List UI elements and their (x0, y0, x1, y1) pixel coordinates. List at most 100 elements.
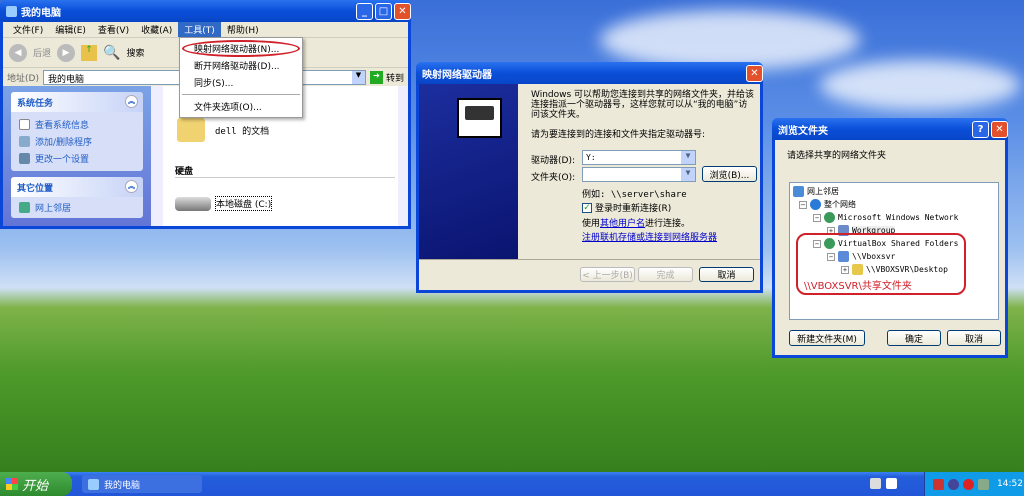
collapse-icon[interactable]: − (799, 200, 807, 209)
tray-icon[interactable] (933, 478, 944, 490)
folder-input[interactable]: ▼ (582, 167, 696, 182)
collapse-icon[interactable]: ︽ (125, 95, 138, 108)
menu-help[interactable]: 帮助(H) (221, 22, 265, 37)
security-icon[interactable] (963, 478, 974, 490)
system-tasks-panel: 系统任务 ︽ 查看系统信息 添加/删除程序 更改一个设置 (11, 92, 143, 171)
computer-icon (6, 5, 17, 17)
task-pane: 系统任务 ︽ 查看系统信息 添加/删除程序 更改一个设置 其它位置 ︽ 网上邻居 (3, 86, 151, 226)
tools-dropdown-menu: 映射网络驱动器(N)... 断开网络驱动器(D)... 同步(S)... 文件夹… (179, 37, 303, 118)
tray-icon[interactable] (948, 478, 959, 490)
chevron-down-icon: ▼ (681, 151, 695, 164)
divider (419, 259, 760, 260)
quick-tray-icons[interactable] (870, 478, 897, 489)
other-user-text: 使用其他用户名进行连接。 (582, 219, 691, 229)
title-bar[interactable]: 映射网络驱动器 ✕ (416, 62, 763, 84)
drive-label: 驱动器(D): (531, 156, 575, 166)
place-link[interactable]: 网上邻居 (11, 197, 143, 218)
annotation-text: \\VBOXSVR\共享文件夹 (804, 281, 912, 292)
go-arrow-icon: ➜ (369, 70, 383, 84)
chevron-down-icon[interactable]: ▼ (351, 70, 365, 84)
computer-icon (88, 478, 99, 490)
up-folder-icon[interactable]: ↑ (81, 44, 98, 61)
drive-item[interactable]: 本地磁盘 (C:) (175, 196, 273, 211)
help-button[interactable]: ? (972, 120, 989, 138)
tree-item[interactable]: 网上邻居 (793, 185, 995, 198)
globe-icon (810, 199, 821, 210)
cancel-button[interactable]: 取消 (947, 330, 1001, 346)
close-button[interactable]: ✕ (394, 2, 411, 20)
menu-separator (182, 94, 300, 95)
tree-item[interactable]: − Microsoft Windows Network (793, 211, 995, 224)
back-icon[interactable]: ◀ (9, 43, 27, 62)
network-tray-icon[interactable] (978, 478, 989, 490)
menu-file[interactable]: 文件(F) (7, 22, 49, 37)
forward-icon[interactable]: ▶ (57, 43, 76, 62)
dialog-title: 映射网络驱动器 (422, 69, 492, 81)
browse-folder-dialog: 浏览文件夹? ✕ 请选择共享的网络文件夹 网上邻居 − 整个网络 − Microsof… (772, 118, 1008, 358)
menu-view[interactable]: 查看(V) (92, 22, 135, 37)
finish-button[interactable]: 完成 (638, 267, 693, 282)
go-button[interactable]: ➜ 转到 (369, 70, 404, 84)
task-pane-scrollbar[interactable] (151, 86, 163, 226)
collapse-icon[interactable]: ︽ (125, 180, 138, 193)
search-icon[interactable]: 🔍 (103, 45, 120, 61)
clock[interactable]: 14:52 (997, 479, 1023, 489)
taskbar-item-my-computer[interactable]: 我的电脑 (82, 475, 202, 493)
map-drive-dialog: 映射网络驱动器 ✕ Windows 可以帮助您连接到共享的网络文件夹，并给该连接指… (416, 62, 763, 293)
network-places-icon (793, 186, 804, 197)
task-link[interactable]: 添加/删除程序 (11, 133, 143, 150)
task-link[interactable]: 查看系统信息 (11, 116, 143, 133)
folder-label: 文件夹(O): (531, 173, 576, 183)
checkbox-checked-icon: ✓ (582, 202, 592, 213)
maximize-button[interactable]: □ (375, 2, 392, 20)
other-user-link[interactable]: 其他用户名 (600, 219, 645, 229)
task-link[interactable]: 更改一个设置 (11, 150, 143, 167)
prompt-text: 请为要连接到的连接和文件夹指定驱动器号: (531, 130, 706, 140)
close-button[interactable]: ✕ (991, 120, 1008, 138)
register-link[interactable]: 注册联机存储或连接到网络服务器 (582, 230, 717, 243)
search-button[interactable]: 搜索 (126, 46, 144, 59)
title-bar[interactable]: 浏览文件夹? ✕ (772, 118, 1008, 140)
tree-item[interactable]: − 整个网络 (793, 198, 995, 211)
file-area-scrollbar[interactable] (398, 86, 408, 226)
chevron-down-icon: ▼ (681, 168, 695, 181)
dialog-title: 浏览文件夹 (778, 125, 828, 137)
browse-button[interactable]: 浏览(B)... (702, 166, 757, 182)
drive-select[interactable]: Y: ▼ (582, 150, 696, 165)
cancel-button[interactable]: 取消 (699, 267, 754, 282)
back-button[interactable]: 后退 (33, 46, 51, 59)
hard-drive-icon (175, 196, 211, 211)
reconnect-checkbox[interactable]: ✓ 登录时重新连接(R) (582, 201, 671, 214)
prompt-text: 请选择共享的网络文件夹 (787, 151, 887, 161)
intro-text: Windows 可以帮助您连接到共享的网络文件夹，并给该连接指派一个驱动器号，这… (531, 90, 755, 120)
title-bar[interactable]: 我的电脑 _ □ ✕ (0, 0, 411, 22)
window-title: 我的电脑 (21, 7, 61, 19)
folder-item[interactable]: dell 的文档 (177, 118, 269, 142)
menu-item-sync[interactable]: 同步(S)... (180, 74, 302, 91)
wizard-banner (419, 84, 518, 259)
close-button[interactable]: ✕ (746, 64, 763, 82)
other-places-panel: 其它位置 ︽ 网上邻居 (11, 177, 143, 218)
system-tray: 14:52 (924, 472, 1024, 496)
menu-item-disconnect-drive[interactable]: 断开网络驱动器(D)... (180, 57, 302, 74)
ok-button[interactable]: 确定 (887, 330, 941, 346)
example-text: 例如: \\server\share (582, 190, 687, 200)
folder-tree[interactable]: 网上邻居 − 整个网络 − Microsoft Windows Network + W… (789, 182, 999, 320)
network-icon (824, 212, 835, 223)
network-drive-icon (457, 98, 502, 138)
menu-edit[interactable]: 编辑(E) (49, 22, 92, 37)
minimize-button[interactable]: _ (356, 2, 373, 20)
back-button[interactable]: < 上一步(B) (580, 267, 635, 282)
collapse-icon[interactable]: − (813, 213, 821, 222)
taskbar: 开始 我的电脑 14:52 (0, 472, 1024, 496)
section-header: 硬盘 (175, 164, 395, 178)
start-button[interactable]: 开始 (0, 472, 72, 496)
windows-logo-icon (6, 478, 18, 490)
menu-bar: 文件(F) 编辑(E) 查看(V) 收藏(A) 工具(T) 帮助(H) (3, 22, 408, 38)
menu-tools[interactable]: 工具(T) (178, 22, 221, 37)
menu-item-folder-options[interactable]: 文件夹选项(O)... (180, 98, 302, 115)
new-folder-button[interactable]: 新建文件夹(M) (789, 330, 865, 346)
address-label: 地址(D) (7, 73, 39, 84)
menu-favorites[interactable]: 收藏(A) (135, 22, 178, 37)
menu-item-map-drive[interactable]: 映射网络驱动器(N)... (182, 40, 300, 57)
